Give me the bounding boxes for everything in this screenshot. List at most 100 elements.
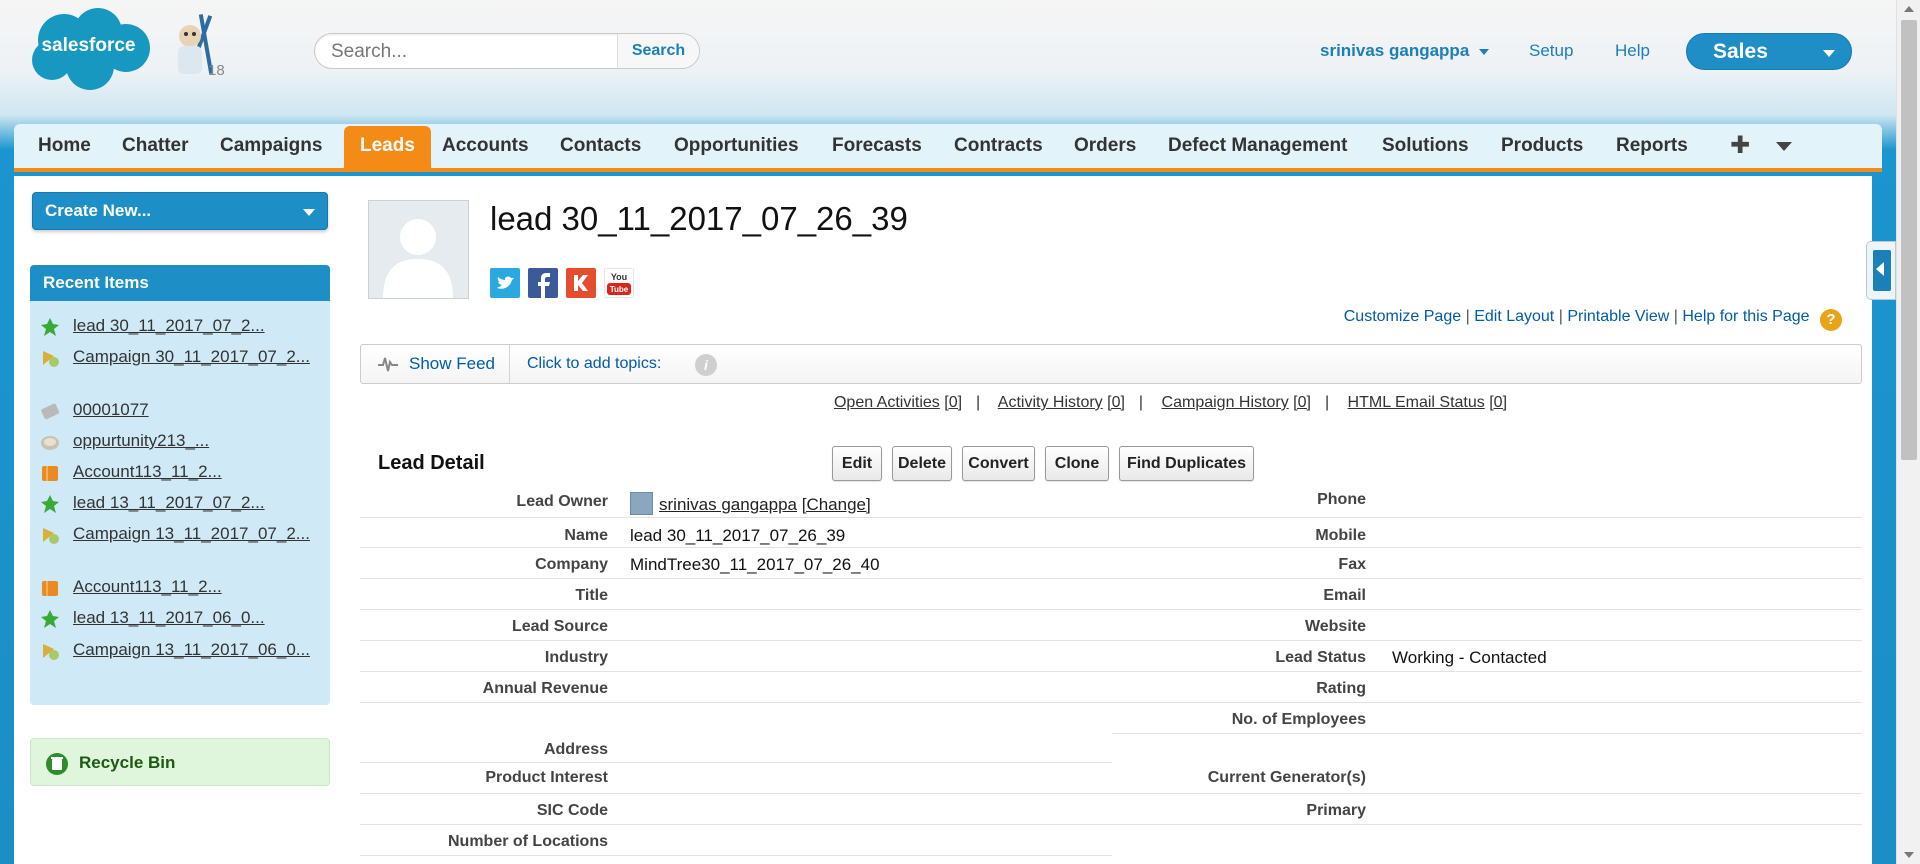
tab-bar: Home Chatter Campaigns Leads Accounts Co… <box>14 124 1882 172</box>
help-icon[interactable]: ? <box>1820 309 1842 331</box>
info-icon[interactable]: i <box>695 354 717 376</box>
field-label: Title <box>575 587 608 604</box>
app-switcher[interactable]: Sales <box>1686 33 1852 70</box>
add-topics-link[interactable]: Click to add topics: <box>527 355 661 373</box>
field-label: Phone <box>1317 491 1366 508</box>
activity-history-link[interactable]: Activity History <box>998 394 1103 411</box>
tab-opportunities[interactable]: Opportunities <box>658 124 815 168</box>
field-label: Lead Owner <box>516 493 608 510</box>
scrollbar-thumb[interactable] <box>1901 20 1917 460</box>
field-label: SIC Code <box>536 802 608 819</box>
recent-item-label: lead 30_11_2017_07_2... <box>73 316 265 335</box>
person-placeholder-icon <box>383 219 453 298</box>
campaign-icon <box>43 528 59 544</box>
field-label: Industry <box>544 649 608 666</box>
related-count: [0] <box>944 394 963 411</box>
field-value: lead 30_11_2017_07_26_39 <box>630 526 846 545</box>
edit-button[interactable]: Edit <box>832 446 882 481</box>
tab-solutions[interactable]: Solutions <box>1366 124 1485 168</box>
mascot-badge: 18 <box>208 62 225 79</box>
field-value: MindTree30_11_2017_07_26_40 <box>630 555 880 574</box>
edit-layout-link[interactable]: Edit Layout <box>1474 308 1554 325</box>
customize-page-link[interactable]: Customize Page <box>1344 308 1461 325</box>
detail-row: Annual Revenue Rating <box>360 672 1862 703</box>
field-label: Product Interest <box>485 769 608 786</box>
recent-items-title: Recent Items <box>30 265 330 301</box>
mascot-icon: 18 <box>168 12 238 82</box>
svg-text:Tube: Tube <box>610 285 629 294</box>
tab-chatter[interactable]: Chatter <box>106 124 205 168</box>
account-icon <box>42 466 58 481</box>
scroll-down-icon[interactable] <box>1904 852 1914 858</box>
detail-row: Address <box>360 703 1862 763</box>
related-list-links: Open Activities [0] | Activity History [0… <box>344 394 1872 412</box>
tab-products[interactable]: Products <box>1485 124 1599 168</box>
clone-button[interactable]: Clone <box>1045 446 1109 481</box>
change-owner-link[interactable]: [Change] <box>802 495 871 514</box>
printable-view-link[interactable]: Printable View <box>1567 308 1669 325</box>
field-label: Address <box>543 741 608 758</box>
search-box: Search <box>314 33 700 69</box>
campaign-icon <box>43 351 59 367</box>
search-input[interactable] <box>329 38 619 66</box>
show-feed-link[interactable]: Show Feed <box>409 354 495 374</box>
related-link-label: HTML Email Status <box>1347 394 1485 411</box>
sidebar: Create New... Recent Items lead 30_11_20… <box>14 176 344 864</box>
case-icon <box>41 403 60 420</box>
user-name: srinivas gangappa <box>1320 41 1470 60</box>
tab-leads[interactable]: Leads <box>344 126 431 168</box>
opportunity-icon <box>41 436 59 450</box>
detail-row: Company MindTree30_11_2017_07_26_40 Fax <box>360 548 1862 579</box>
add-tab-icon[interactable]: ✚ <box>1730 124 1750 168</box>
create-new-button[interactable]: Create New... <box>32 192 328 230</box>
facebook-icon[interactable] <box>528 268 558 298</box>
help-for-page-link[interactable]: Help for this Page <box>1682 308 1809 325</box>
tab-forecasts[interactable]: Forecasts <box>816 124 938 168</box>
campaign-history-link[interactable]: Campaign History <box>1162 394 1289 411</box>
search-button[interactable]: Search <box>617 34 699 68</box>
delete-button[interactable]: Delete <box>892 446 952 481</box>
tab-orders[interactable]: Orders <box>1058 124 1152 168</box>
user-avatar-icon <box>630 492 653 515</box>
feed-bar: Show Feed Click to add topics: i <box>360 344 1862 384</box>
section-title: Lead Detail <box>378 452 485 474</box>
convert-button[interactable]: Convert <box>962 446 1035 481</box>
twitter-icon[interactable] <box>490 268 520 298</box>
main-content: lead 30_11_2017_07_26_39 You Tube Customi… <box>344 176 1872 864</box>
related-link-label: Campaign History <box>1161 394 1289 411</box>
vertical-scrollbar[interactable] <box>1896 0 1920 864</box>
recent-item-label: Campaign 13_11_2017_06_0... <box>73 640 310 659</box>
open-activities-link[interactable]: Open Activities <box>834 394 940 411</box>
recycle-bin[interactable]: Recycle Bin <box>30 738 330 786</box>
chevron-down-icon <box>1823 50 1835 57</box>
setup-link[interactable]: Setup <box>1529 41 1573 61</box>
tab-home[interactable]: Home <box>22 124 107 168</box>
chevron-left-icon <box>1876 262 1884 276</box>
account-icon <box>42 581 58 596</box>
chevron-down-icon <box>303 209 315 216</box>
campaign-icon <box>43 644 59 660</box>
tabs-dropdown-icon[interactable] <box>1776 142 1792 151</box>
owner-link[interactable]: srinivas gangappa <box>659 495 797 514</box>
recycle-bin-icon <box>46 753 68 775</box>
tab-accounts[interactable]: Accounts <box>426 124 545 168</box>
youtube-icon[interactable]: You Tube <box>604 268 634 298</box>
tab-defect-management[interactable]: Defect Management <box>1152 124 1364 168</box>
tab-contacts[interactable]: Contacts <box>544 124 657 168</box>
tab-reports[interactable]: Reports <box>1600 124 1704 168</box>
html-email-status-link[interactable]: HTML Email Status <box>1348 394 1485 411</box>
user-menu[interactable]: srinivas gangappa <box>1320 41 1490 61</box>
link-separator: | <box>1138 394 1144 411</box>
help-link[interactable]: Help <box>1615 41 1650 61</box>
tab-campaigns[interactable]: Campaigns <box>204 124 338 168</box>
related-link-label: Activity History <box>997 394 1103 411</box>
record-title: lead 30_11_2017_07_26_39 <box>490 200 908 237</box>
find-duplicates-button[interactable]: Find Duplicates <box>1119 446 1254 481</box>
create-new-label: Create New... <box>45 201 152 220</box>
salesforce-logo[interactable]: salesforce <box>26 6 151 92</box>
klout-icon[interactable] <box>566 268 596 298</box>
lead-status-value: Working - Contacted <box>1392 648 1547 667</box>
sidebar-collapse-handle[interactable] <box>1866 241 1896 300</box>
tab-contracts[interactable]: Contracts <box>938 124 1059 168</box>
scroll-up-icon[interactable] <box>1904 6 1914 12</box>
